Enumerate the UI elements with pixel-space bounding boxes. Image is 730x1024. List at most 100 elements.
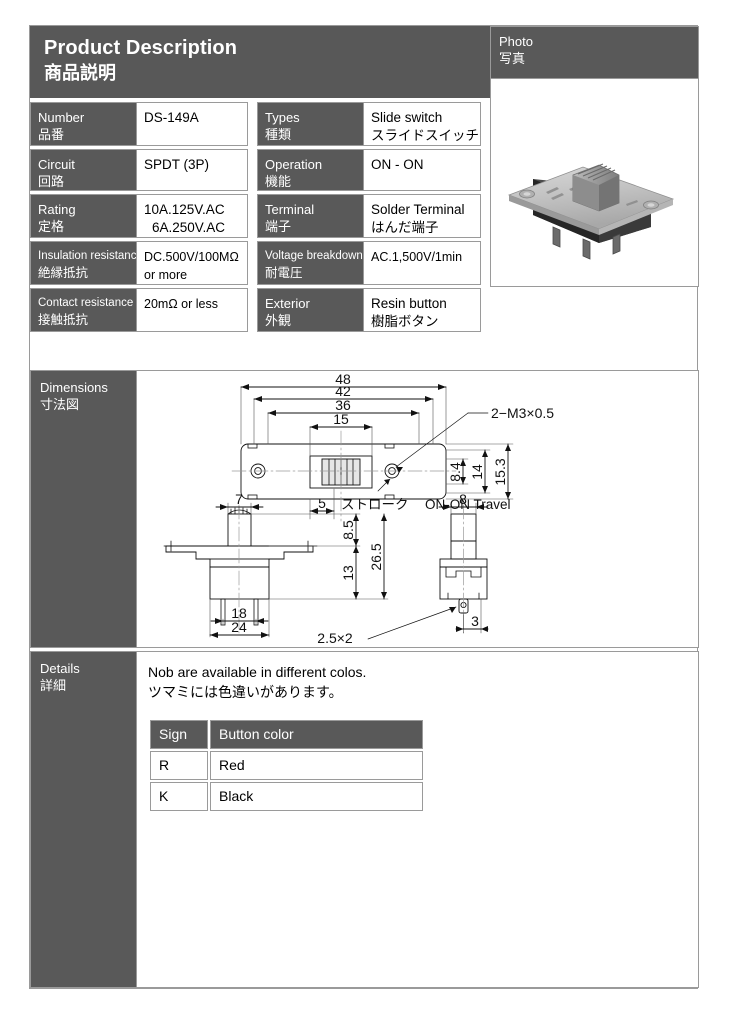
cell-sign-k: K xyxy=(150,782,208,811)
value-line: DC.500V/100MΩ xyxy=(144,250,239,264)
column-spacer xyxy=(248,288,257,332)
spec-value-operation: ON - ON xyxy=(363,149,481,191)
dim-knob-width: 7 xyxy=(235,491,243,507)
details-note-en: Nob are available in different colos. xyxy=(148,664,367,680)
label-jp: 回路 xyxy=(38,174,65,189)
value-line: or more xyxy=(144,268,188,282)
cell-sign-r: R xyxy=(150,751,208,780)
label-jp: 接触抵抗 xyxy=(38,313,89,327)
spec-label-operation: Operation 機能 xyxy=(257,149,363,191)
value-line: はんだ端子 xyxy=(371,220,439,235)
value-line: 6A.250V.AC xyxy=(152,220,226,235)
label-en: Exterior xyxy=(265,296,310,311)
spec-label-circuit: Circuit 回路 xyxy=(30,149,136,191)
photo-header: Photo 写真 xyxy=(490,26,699,79)
label-jp: 外観 xyxy=(265,313,292,328)
value-line: AC.1,500V/1min xyxy=(371,250,463,264)
slide-switch-photo-svg xyxy=(507,163,675,260)
dim-stroke-value: 5 xyxy=(318,495,326,511)
dimensions-section: Dimensions 寸法図 48 42 36 15 2−M3×0.5 5 7 … xyxy=(30,370,699,648)
spec-label-exterior: Exterior 外観 xyxy=(257,288,363,332)
value-line: 樹脂ボタン xyxy=(371,314,439,329)
dim-hole-offset: 8.4 xyxy=(447,462,463,482)
spec-value-terminal: Solder Terminal はんだ端子 xyxy=(363,194,481,238)
spec-value-circuit: SPDT (3P) xyxy=(136,149,248,191)
dim-body-height-top: 14 xyxy=(469,464,485,480)
dim-pin-size: 2.5×2 xyxy=(317,630,353,646)
dim-knob-height: 8.5 xyxy=(340,520,356,540)
spec-value-voltage-breakdown: AC.1,500V/1min xyxy=(363,241,481,285)
label-en: Insulation resistance xyxy=(38,250,143,262)
value-line: 20mΩ or less xyxy=(144,297,218,311)
spec-label-terminal: Terminal 端子 xyxy=(257,194,363,238)
cell-color-red: Red xyxy=(210,751,423,780)
column-spacer xyxy=(248,241,257,285)
spec-label-number: Number 品番 xyxy=(30,102,136,146)
product-photo xyxy=(490,79,699,287)
details-body: Nob are available in different colos. ツマ… xyxy=(138,652,699,813)
button-color-table: Sign Button color R Red K Black xyxy=(148,718,425,813)
value-line: ON - ON xyxy=(371,157,424,172)
column-spacer xyxy=(248,194,257,238)
stroke-label-en: ON-ON Travel xyxy=(425,497,511,512)
details-label: Details 詳細 xyxy=(31,652,137,987)
value-line: Resin button xyxy=(371,296,447,311)
value-line: スライドスイッチ xyxy=(371,128,479,143)
spec-value-contact-resistance: 20mΩ or less xyxy=(136,288,248,332)
dimensions-drawing: 48 42 36 15 2−M3×0.5 5 7 8 18 24 2.5×2 3… xyxy=(138,371,699,647)
label-jp: 機能 xyxy=(265,174,292,189)
label-en: Contact resistance xyxy=(38,297,134,309)
label-en: Dimensions xyxy=(40,380,108,395)
spec-value-rating: 10A.125V.AC 6A.250V.AC xyxy=(136,194,248,238)
spec-value-exterior: Resin button 樹脂ボタン xyxy=(363,288,481,332)
table-row: R Red xyxy=(150,751,423,780)
photo-cell: Photo 写真 xyxy=(490,26,699,289)
spec-label-voltage-breakdown: Voltage breakdown 耐電圧 xyxy=(257,241,363,285)
label-en: Terminal xyxy=(265,202,315,217)
spec-label-insulation-resistance: Insulation resistance 絶縁抵抗 xyxy=(30,241,143,285)
column-spacer xyxy=(248,102,257,146)
label-en: Number xyxy=(38,110,85,125)
spec-label-rating: Rating 定格 xyxy=(30,194,136,238)
label-jp: 端子 xyxy=(265,219,292,234)
value-line: 10A.125V.AC xyxy=(144,202,225,217)
cell-color-black: Black xyxy=(210,782,423,811)
col-header-button-color: Button color xyxy=(210,720,423,749)
label-jp: 絶縁抵抗 xyxy=(38,266,89,280)
details-note-jp: ツマミには色違いがあります。 xyxy=(148,684,343,700)
dim-body-width: 24 xyxy=(231,619,247,635)
label-jp: 写真 xyxy=(499,51,526,66)
label-jp: 寸法図 xyxy=(40,397,80,412)
spec-value-insulation-resistance: DC.500V/100MΩ or more xyxy=(136,241,248,285)
stroke-label-jp: ストローク xyxy=(341,497,409,512)
value-line: SPDT (3P) xyxy=(144,157,210,172)
dimension-drawing-svg: 48 42 36 15 2−M3×0.5 5 7 8 18 24 2.5×2 3… xyxy=(163,371,554,646)
dimensions-label: Dimensions 寸法図 xyxy=(31,371,137,647)
dim-width-slot: 15 xyxy=(333,411,349,427)
spec-value-number: DS-149A xyxy=(136,102,248,146)
label-jp: 耐電圧 xyxy=(265,266,303,280)
dim-body-height: 13 xyxy=(340,565,356,581)
col-header-sign: Sign xyxy=(150,720,208,749)
table-header-row: Sign Button color xyxy=(150,720,423,749)
table-row: K Black xyxy=(150,782,423,811)
value-line: Solder Terminal xyxy=(371,202,465,217)
label-en: Rating xyxy=(38,202,76,217)
label-jp: 定格 xyxy=(38,219,65,234)
label-jp: 種類 xyxy=(265,127,292,142)
label-en: Details xyxy=(40,661,80,676)
label-en: Voltage breakdown xyxy=(265,250,363,262)
column-spacer xyxy=(248,149,257,191)
spec-label-types: Types 種類 xyxy=(257,102,363,146)
label-jp: 詳細 xyxy=(40,678,67,693)
details-section: Details 詳細 Nob are available in differen… xyxy=(30,651,699,988)
datasheet-page: Product Description 商品説明 Number 品番 DS-14… xyxy=(29,25,699,989)
dim-total-height: 26.5 xyxy=(368,543,384,570)
spec-value-types: Slide switch スライドスイッチ xyxy=(363,102,481,146)
value-line: DS-149A xyxy=(144,110,199,125)
dim-height-overall: 15.3 xyxy=(492,458,508,485)
label-en: Circuit xyxy=(38,157,75,172)
label-en: Operation xyxy=(265,157,323,172)
label-jp: 品番 xyxy=(38,127,65,142)
label-en: Types xyxy=(265,110,300,125)
